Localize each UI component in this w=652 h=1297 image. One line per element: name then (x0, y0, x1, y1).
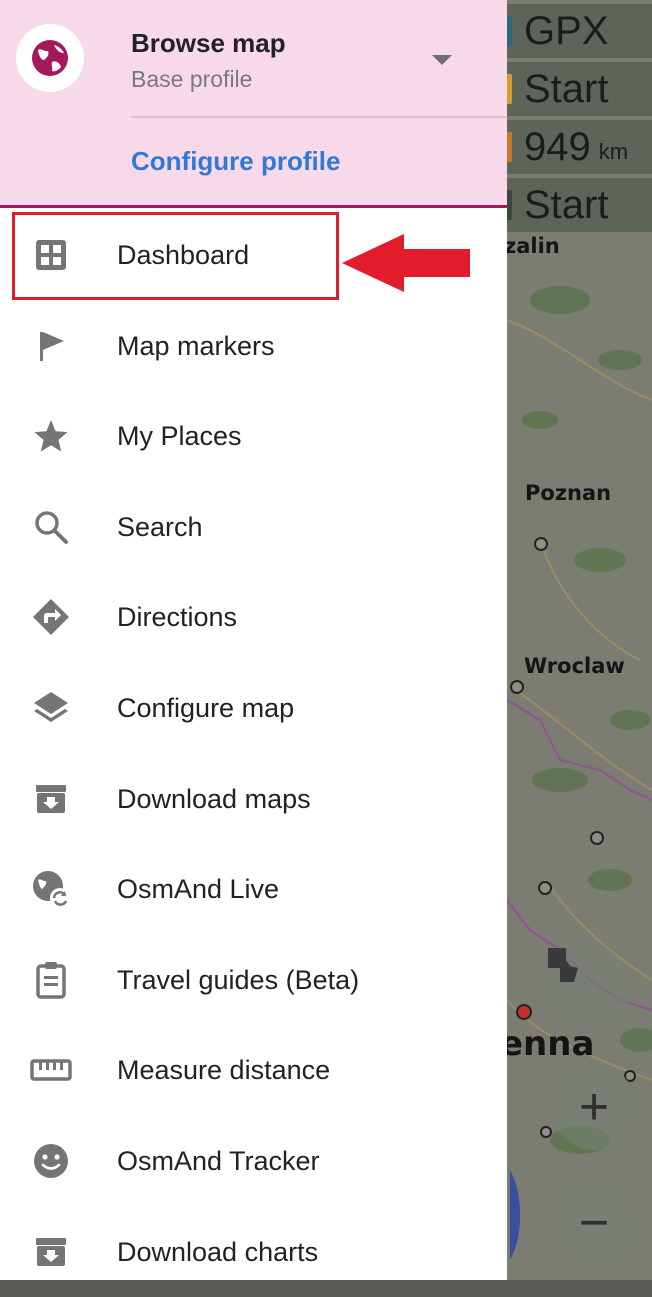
menu-item-travel-guides[interactable]: Travel guides (Beta) (0, 935, 507, 1025)
flag-icon (30, 325, 72, 367)
city-label: zalin (504, 234, 560, 258)
widget-value: 949 (524, 125, 591, 169)
menu-item-label: Download charts (117, 1236, 319, 1267)
menu-item-label: Map markers (117, 330, 275, 361)
chevron-down-icon[interactable] (430, 52, 454, 68)
menu-item-measure-distance[interactable]: Measure distance (0, 1025, 507, 1115)
menu-item-label: Travel guides (Beta) (117, 964, 360, 995)
menu-item-directions[interactable]: Directions (0, 572, 507, 662)
menu-item-label: Measure distance (117, 1054, 331, 1085)
map-widget-gpx[interactable]: GPX (490, 4, 652, 58)
globe-icon (32, 40, 68, 76)
city-label: Wroclaw (524, 654, 625, 678)
layers-icon (30, 687, 72, 729)
configure-profile-link[interactable]: Configure profile (131, 146, 340, 177)
city-label: Poznan (525, 481, 612, 505)
menu-item-label: Directions (117, 601, 238, 632)
menu-item-label: My Places (117, 420, 242, 451)
zoom-in-icon: + (578, 1078, 610, 1136)
profile-header[interactable]: Browse map Base profile Configure profil… (0, 0, 507, 208)
menu-item-map-markers[interactable]: Map markers (0, 301, 507, 391)
map-widget-distance[interactable]: 949 km (490, 120, 652, 174)
zoom-out-button[interactable]: − (551, 1180, 637, 1266)
clipboard-icon (30, 959, 72, 1001)
menu-item-label: OsmAnd Tracker (117, 1145, 320, 1176)
map-widget-start-2[interactable]: Start (490, 178, 652, 232)
directions-icon (30, 596, 72, 638)
menu-item-download-charts[interactable]: Download charts (0, 1207, 507, 1297)
menu-item-configure-map[interactable]: Configure map (0, 663, 507, 753)
download-icon (30, 1231, 72, 1273)
menu-item-osmand-live[interactable]: OsmAnd Live (0, 844, 507, 934)
map-widget-start-1[interactable]: Start (490, 62, 652, 116)
profile-avatar[interactable] (16, 24, 84, 92)
globe-refresh-icon (30, 868, 72, 910)
divider (131, 116, 507, 118)
hand-pointer-icon (548, 948, 578, 982)
star-icon (30, 415, 72, 457)
pointer-arrow-icon (342, 234, 470, 292)
menu-item-download-maps[interactable]: Download maps (0, 754, 507, 844)
widget-unit: km (598, 139, 629, 164)
navigation-drawer: Browse map Base profile Configure profil… (0, 0, 507, 1280)
widget-value: Start (524, 67, 609, 111)
widget-value: GPX (524, 9, 609, 53)
zoom-in-button[interactable]: + (551, 1064, 637, 1150)
menu-item-label: Download maps (117, 783, 311, 814)
menu-item-label: Search (117, 511, 203, 542)
menu-item-label: Configure map (117, 692, 295, 723)
widget-value: Start (524, 183, 609, 227)
profile-title: Browse map (131, 28, 286, 58)
map-mode-button[interactable] (546, 946, 632, 1032)
menu-item-label: OsmAnd Live (117, 873, 280, 904)
menu-item-search[interactable]: Search (0, 482, 507, 572)
download-icon (30, 778, 72, 820)
menu-item-osmand-tracker[interactable]: OsmAnd Tracker (0, 1116, 507, 1206)
zoom-out-icon: − (578, 1194, 610, 1252)
profile-subtitle: Base profile (131, 66, 253, 92)
menu-item-my-places[interactable]: My Places (0, 391, 507, 481)
ruler-icon (30, 1049, 72, 1091)
search-icon (30, 506, 72, 548)
smiley-icon (30, 1140, 72, 1182)
highlight-box (12, 212, 339, 300)
